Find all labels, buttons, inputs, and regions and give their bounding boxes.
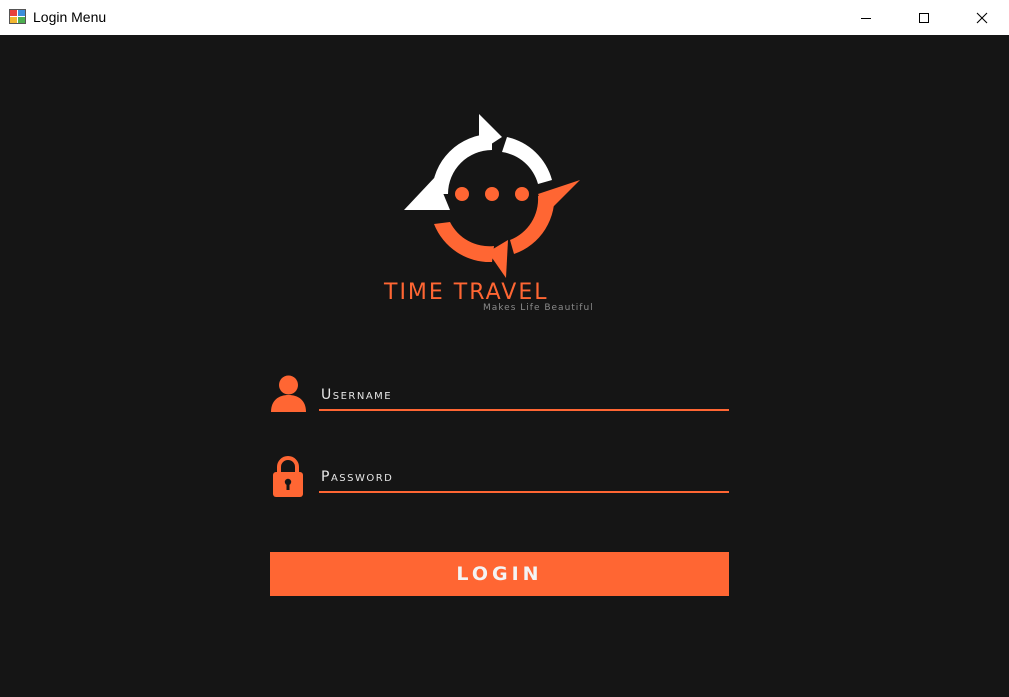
title-bar: Login Menu [0,0,1009,35]
brand-tagline: Makes Life Beautiful [483,303,594,313]
user-icon [271,375,306,412]
login-window: Login Menu TIME TRAVEL Makes Life Beauti… [0,0,1009,697]
minimize-icon [861,17,871,19]
username-input[interactable] [319,381,729,411]
close-icon [976,12,988,23]
password-input[interactable] [319,463,729,493]
maximize-icon [919,12,929,23]
brand-name: TIME TRAVEL [384,280,549,305]
close-button[interactable] [959,0,1005,35]
maximize-button[interactable] [901,0,947,35]
minimize-button[interactable] [843,0,889,35]
lock-icon [273,456,303,497]
window-title: Login Menu [33,9,107,25]
login-button[interactable]: LOGIN [270,552,729,596]
compass-chat-logo [404,114,580,278]
app-icon [9,9,26,24]
